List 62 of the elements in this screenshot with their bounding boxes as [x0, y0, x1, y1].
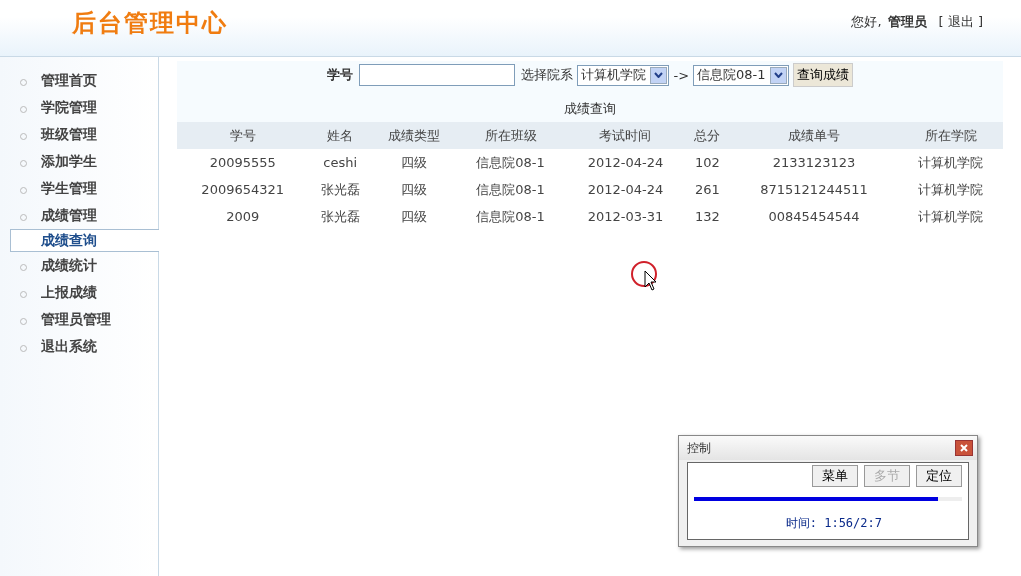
table-cell: 2012-04-24 — [565, 149, 686, 176]
nav-item[interactable]: 班级管理 — [0, 121, 158, 148]
table-cell-text: 计算机学院 — [917, 207, 985, 226]
column-header: 所在学院 — [899, 122, 1003, 149]
field-label: 学号 — [327, 66, 354, 84]
table-cell-text: 00845454544 — [767, 208, 861, 226]
table-cell-text: 计算机学院 — [917, 180, 985, 199]
nav-item[interactable]: 管理首页 — [0, 67, 158, 94]
table-cell-text: 四级 — [399, 180, 428, 199]
toolbar-button[interactable]: 定位 — [916, 465, 962, 487]
site-title: 后台管理中心 — [72, 8, 228, 39]
window-title: 控制 — [687, 439, 711, 457]
table-cell: ceshi — [308, 149, 373, 176]
nav-item[interactable]: 成绩查询 — [10, 229, 159, 252]
table-cell: 计算机学院 — [899, 149, 1003, 176]
table-cell-text: 2009654321 — [200, 181, 286, 199]
table-cell-text: 8715121244511 — [759, 181, 869, 199]
class-dropdown[interactable]: 信息院08-1 — [693, 64, 789, 86]
nav-item[interactable]: 成绩统计 — [0, 252, 158, 279]
table-cell-text: 张光磊 — [319, 180, 361, 199]
table-cell-text: 信息院08-1 — [475, 180, 546, 199]
table-cell: 信息院08-1 — [455, 149, 566, 176]
table-cell-text: 261 — [693, 181, 721, 199]
close-button[interactable] — [955, 440, 973, 456]
student-id-field[interactable] — [359, 64, 516, 86]
cursor-highlight-icon — [630, 261, 660, 291]
toolbar-button[interactable]: 菜单 — [812, 465, 858, 487]
table-cell-text: 2012-04-24 — [586, 181, 665, 199]
column-header: 所在班级 — [455, 122, 566, 149]
column-header: 学号 — [177, 122, 309, 149]
table-cell-text: 信息院08-1 — [475, 207, 546, 226]
column-header: 总分 — [685, 122, 730, 149]
close-icon — [960, 444, 968, 452]
column-header: 姓名 — [308, 122, 373, 149]
logout-link[interactable]: [ 退出 ] — [938, 13, 983, 31]
nav-item[interactable]: 学院管理 — [0, 94, 158, 121]
column-header: 成绩类型 — [372, 122, 456, 149]
field-label: 选择院系 — [521, 66, 574, 84]
table-cell-text: 2012-03-31 — [586, 208, 665, 226]
nav-item[interactable]: 退出系统 — [0, 333, 158, 360]
nav-item[interactable]: 添加学生 — [0, 148, 158, 175]
column-header: 考试时间 — [565, 122, 686, 149]
column-header: 成绩单号 — [729, 122, 899, 149]
table-cell-text: 张光磊 — [319, 207, 361, 226]
nav-item[interactable]: 成绩管理 — [0, 202, 158, 229]
arrow-text: -> — [673, 67, 690, 83]
table-cell: 102 — [685, 149, 730, 176]
table-cell-text: 四级 — [399, 207, 428, 226]
nav-item[interactable]: 学生管理 — [0, 175, 158, 202]
greeting-text: 您好, — [851, 13, 882, 31]
table-cell: 四级 — [372, 149, 456, 176]
query-button[interactable]: 查询成绩 — [792, 63, 853, 87]
table-cell-text: 2009 — [225, 208, 261, 226]
nav-item[interactable]: 上报成绩 — [0, 279, 158, 306]
table-title: 成绩查询 — [563, 100, 617, 118]
time-text: 时间: 1:56/2:7 — [784, 515, 883, 532]
table-cell: 2133123123 — [729, 149, 899, 176]
table-cell: 20095555 — [177, 149, 309, 176]
user-name: 管理员 — [887, 13, 927, 31]
table-cell-text: 132 — [693, 208, 721, 226]
department-dropdown[interactable]: 计算机学院 — [577, 64, 670, 86]
nav-item[interactable]: 管理员管理 — [0, 306, 158, 333]
